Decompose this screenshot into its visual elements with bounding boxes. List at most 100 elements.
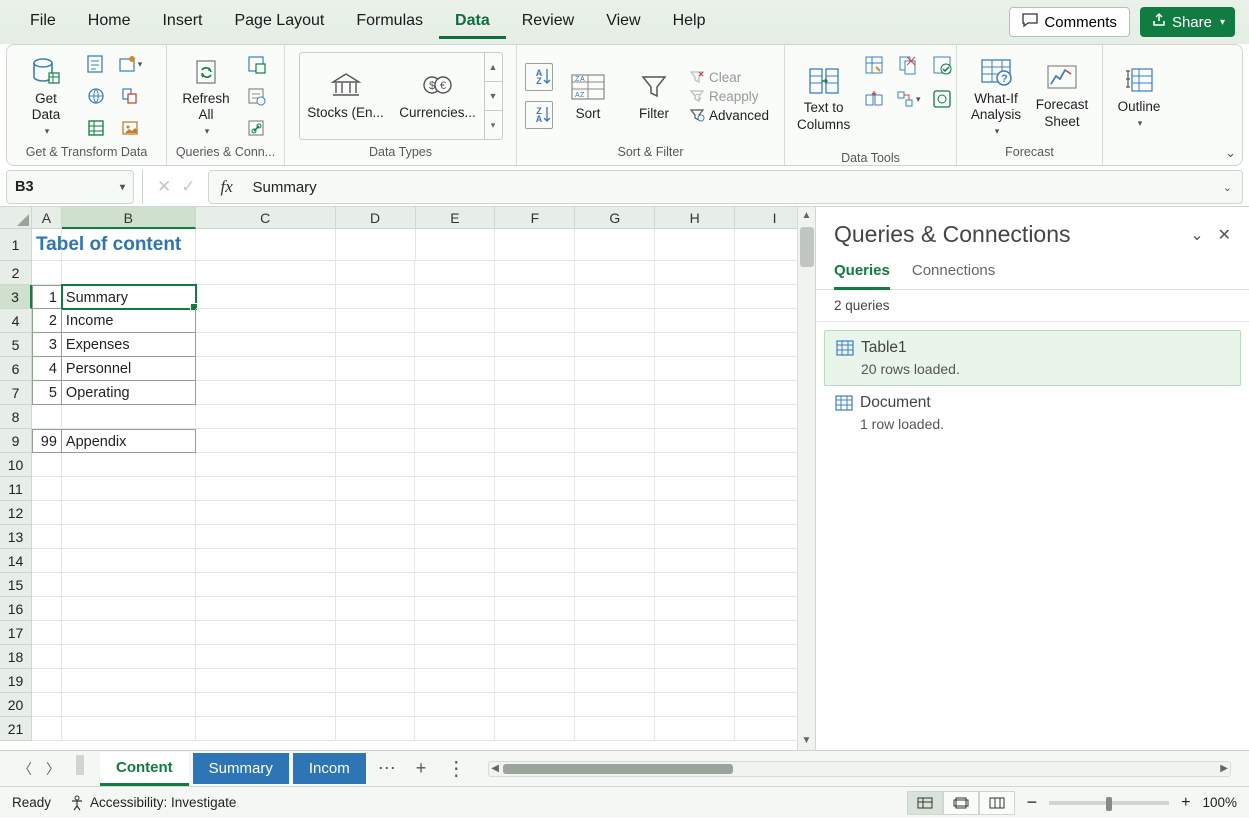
cell-B13[interactable] — [62, 525, 196, 549]
cell-C19[interactable] — [196, 669, 336, 693]
cell-D13[interactable] — [336, 525, 416, 549]
cell-C20[interactable] — [196, 693, 336, 717]
cell-E2[interactable] — [415, 261, 495, 285]
query-item[interactable]: Document 1 row loaded. — [824, 386, 1241, 440]
rowhead-18[interactable]: 18 — [0, 645, 32, 669]
cell-F1[interactable] — [495, 229, 575, 261]
cell-B20[interactable] — [62, 693, 196, 717]
accessibility-status[interactable]: Accessibility: Investigate — [69, 795, 236, 811]
manage-data-model-button[interactable] — [926, 83, 958, 115]
cell-C3[interactable] — [196, 285, 336, 309]
cell-H18[interactable] — [655, 645, 735, 669]
sheet-tab-content[interactable]: Content — [100, 752, 189, 786]
rowhead-17[interactable]: 17 — [0, 621, 32, 645]
cell-H13[interactable] — [655, 525, 735, 549]
cell-D7[interactable] — [336, 381, 416, 405]
hscroll-thumb[interactable] — [503, 764, 733, 774]
cell-F17[interactable] — [495, 621, 575, 645]
menu-view[interactable]: View — [590, 6, 656, 39]
cell-E13[interactable] — [415, 525, 495, 549]
cell-A4[interactable]: 2 — [32, 309, 62, 333]
cell-F12[interactable] — [495, 501, 575, 525]
scroll-up-arrow[interactable]: ▲ — [798, 207, 815, 225]
panel-tab-queries[interactable]: Queries — [834, 256, 890, 290]
cell-C5[interactable] — [196, 333, 336, 357]
cell-G13[interactable] — [575, 525, 655, 549]
cell-A6[interactable]: 4 — [32, 357, 62, 381]
cell-E18[interactable] — [415, 645, 495, 669]
panel-tab-connections[interactable]: Connections — [912, 256, 995, 289]
formula-bar[interactable]: fx Summary ⌄ — [208, 170, 1244, 204]
refresh-all-button[interactable]: Refresh All — [175, 53, 237, 140]
cell-B12[interactable] — [62, 501, 196, 525]
cell-G20[interactable] — [575, 693, 655, 717]
cell-A10[interactable] — [32, 453, 62, 477]
fx-icon[interactable]: fx — [221, 177, 233, 197]
datatypes-up[interactable]: ▲ — [485, 53, 502, 82]
cell-E6[interactable] — [415, 357, 495, 381]
cell-D19[interactable] — [336, 669, 416, 693]
cell-C13[interactable] — [196, 525, 336, 549]
filter-button[interactable]: Filter — [623, 68, 685, 125]
cell-D6[interactable] — [336, 357, 416, 381]
cell-D14[interactable] — [336, 549, 416, 573]
colhead-E[interactable]: E — [416, 207, 496, 229]
cell-H14[interactable] — [655, 549, 735, 573]
zoom-slider[interactable] — [1049, 801, 1169, 805]
panel-close-button[interactable]: ✕ — [1218, 225, 1231, 245]
cell-G2[interactable] — [575, 261, 655, 285]
colhead-H[interactable]: H — [655, 207, 735, 229]
cell-D2[interactable] — [336, 261, 416, 285]
text-to-columns-button[interactable]: Text to Columns — [793, 62, 854, 136]
recent-sources-button[interactable] — [115, 49, 145, 79]
cell-D12[interactable] — [336, 501, 416, 525]
cell-B19[interactable] — [62, 669, 196, 693]
cell-D16[interactable] — [336, 597, 416, 621]
reapply-filter-button[interactable]: Reapply — [689, 89, 769, 104]
cell-G11[interactable] — [575, 477, 655, 501]
cell-H3[interactable] — [655, 285, 735, 309]
colhead-F[interactable]: F — [495, 207, 575, 229]
rowhead-1[interactable]: 1 — [0, 229, 32, 261]
ribbon-collapse-button[interactable]: ⌄ — [1225, 145, 1236, 161]
outline-button[interactable]: Outline — [1111, 61, 1167, 131]
cell-B21[interactable] — [62, 717, 196, 741]
hscroll-left[interactable]: ◀ — [491, 762, 499, 776]
rowhead-9[interactable]: 9 — [0, 429, 32, 453]
formula-expand-button[interactable]: ⌄ — [1223, 181, 1232, 194]
cancel-edit-button[interactable]: ✕ — [157, 177, 171, 197]
scroll-thumb[interactable] — [800, 227, 814, 267]
colhead-A[interactable]: A — [32, 207, 62, 229]
cell-C6[interactable] — [196, 357, 336, 381]
menu-page-layout[interactable]: Page Layout — [218, 6, 340, 39]
rowhead-8[interactable]: 8 — [0, 405, 32, 429]
cell-E3[interactable] — [415, 285, 495, 309]
cell-B17[interactable] — [62, 621, 196, 645]
cell-G1[interactable] — [575, 229, 655, 261]
cell-D9[interactable] — [336, 429, 416, 453]
cell-D11[interactable] — [336, 477, 416, 501]
cell-A5[interactable]: 3 — [32, 333, 62, 357]
rowhead-15[interactable]: 15 — [0, 573, 32, 597]
rowhead-6[interactable]: 6 — [0, 357, 32, 381]
sort-desc-button[interactable]: ZA — [525, 101, 553, 129]
cell-B16[interactable] — [62, 597, 196, 621]
cell-D4[interactable] — [336, 309, 416, 333]
rowhead-13[interactable]: 13 — [0, 525, 32, 549]
hscroll-right[interactable]: ▶ — [1220, 762, 1228, 776]
scroll-down-arrow[interactable]: ▼ — [798, 732, 815, 750]
cell-F7[interactable] — [495, 381, 575, 405]
menu-data[interactable]: Data — [439, 6, 506, 39]
cell-E4[interactable] — [415, 309, 495, 333]
cell-B4[interactable]: Income — [62, 309, 196, 333]
sheet-nav-prev[interactable]: 〈 — [14, 755, 36, 783]
cell-E17[interactable] — [415, 621, 495, 645]
cell-A8[interactable] — [32, 405, 62, 429]
cell-F16[interactable] — [495, 597, 575, 621]
cell-E21[interactable] — [415, 717, 495, 741]
sheet-tab-income[interactable]: Incom — [293, 753, 366, 784]
cell-E12[interactable] — [415, 501, 495, 525]
select-all-corner[interactable] — [0, 207, 32, 229]
cell-H10[interactable] — [655, 453, 735, 477]
view-page-break-button[interactable] — [979, 791, 1015, 815]
